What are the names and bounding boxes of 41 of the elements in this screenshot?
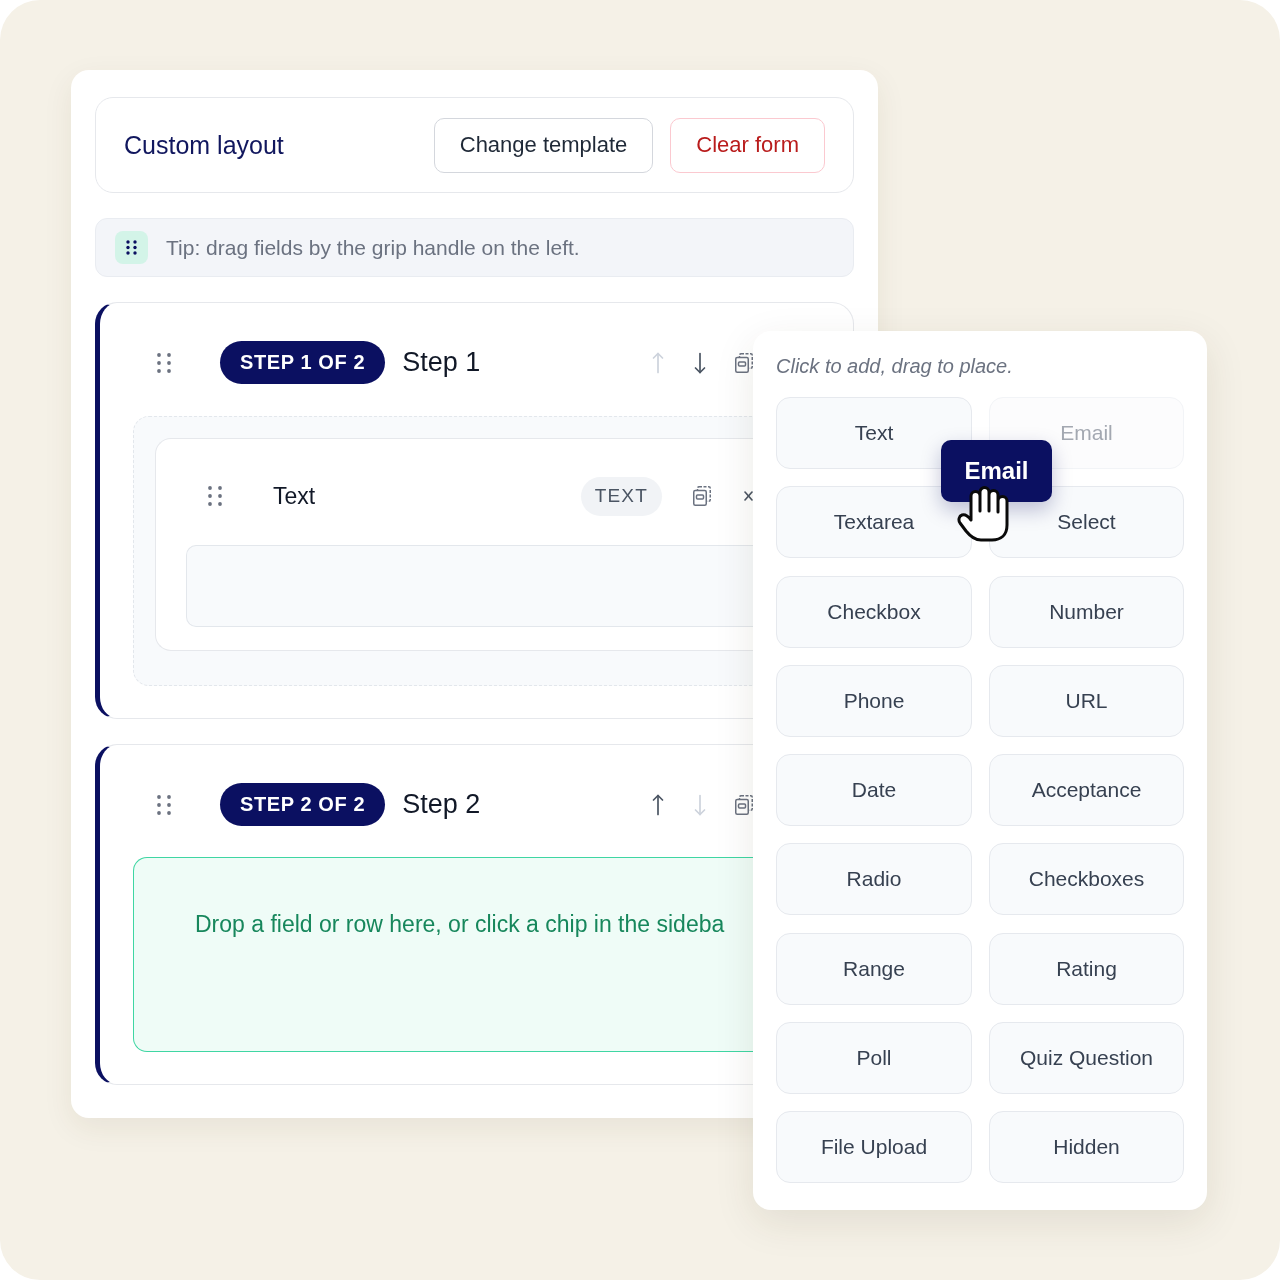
- drag-preview-chip: Email: [941, 440, 1052, 502]
- field-chip[interactable]: Poll: [776, 1021, 972, 1094]
- field-chip[interactable]: Radio: [776, 843, 972, 916]
- field-chip[interactable]: Hidden: [989, 1111, 1184, 1183]
- field-chip[interactable]: Checkbox: [776, 575, 972, 648]
- input-field[interactable]: [186, 545, 753, 627]
- field-chip[interactable]: Checkboxes: [989, 843, 1184, 916]
- grip-icon: [115, 231, 148, 264]
- change-template-button[interactable]: Change template: [433, 117, 654, 173]
- grip-icon[interactable]: [157, 352, 171, 373]
- header-title: Custom layout: [124, 130, 284, 160]
- arrow-down-icon[interactable]: [693, 351, 707, 374]
- field-chip[interactable]: Textarea: [776, 486, 972, 559]
- field-type-badge: TEXT: [580, 476, 662, 516]
- step-title: Step 2: [402, 789, 481, 820]
- close-icon[interactable]: [744, 491, 753, 501]
- step-title: Step 1: [402, 347, 481, 378]
- field-chip[interactable]: Acceptance: [989, 754, 1184, 826]
- field-chip[interactable]: Quiz Question: [989, 1021, 1184, 1094]
- hand-cursor-icon: [956, 483, 1012, 542]
- field-chip[interactable]: URL: [989, 664, 1184, 737]
- copy-icon[interactable]: [693, 486, 711, 506]
- field-label: Text: [273, 482, 316, 510]
- field-chip[interactable]: Date: [776, 754, 972, 826]
- step-badge: STEP 1 OF 2: [220, 341, 386, 384]
- grip-icon[interactable]: [157, 794, 171, 815]
- copy-icon[interactable]: [735, 794, 753, 815]
- field-chip[interactable]: Range: [776, 932, 972, 1005]
- step-badge: STEP 2 OF 2: [220, 783, 386, 826]
- field-chip[interactable]: File Upload: [776, 1111, 972, 1183]
- palette-hint: Click to add, drag to place.: [776, 354, 1013, 379]
- field-chip[interactable]: Phone: [776, 664, 972, 737]
- clear-form-button[interactable]: Clear form: [670, 117, 825, 173]
- grip-icon[interactable]: [208, 486, 222, 506]
- field-chip[interactable]: Number: [989, 575, 1184, 648]
- copy-icon[interactable]: [735, 352, 753, 373]
- drop-zone-text: Drop a field or row here, or click a chip in the sideba: [195, 911, 725, 938]
- arrow-up-icon[interactable]: [651, 793, 665, 816]
- drop-zone[interactable]: Drop a field or row here, or click a chip in the sideba: [133, 857, 753, 1052]
- tip-text: Tip: drag fields by the grip handle on the left.: [166, 235, 580, 260]
- field-chip[interactable]: Rating: [989, 932, 1184, 1005]
